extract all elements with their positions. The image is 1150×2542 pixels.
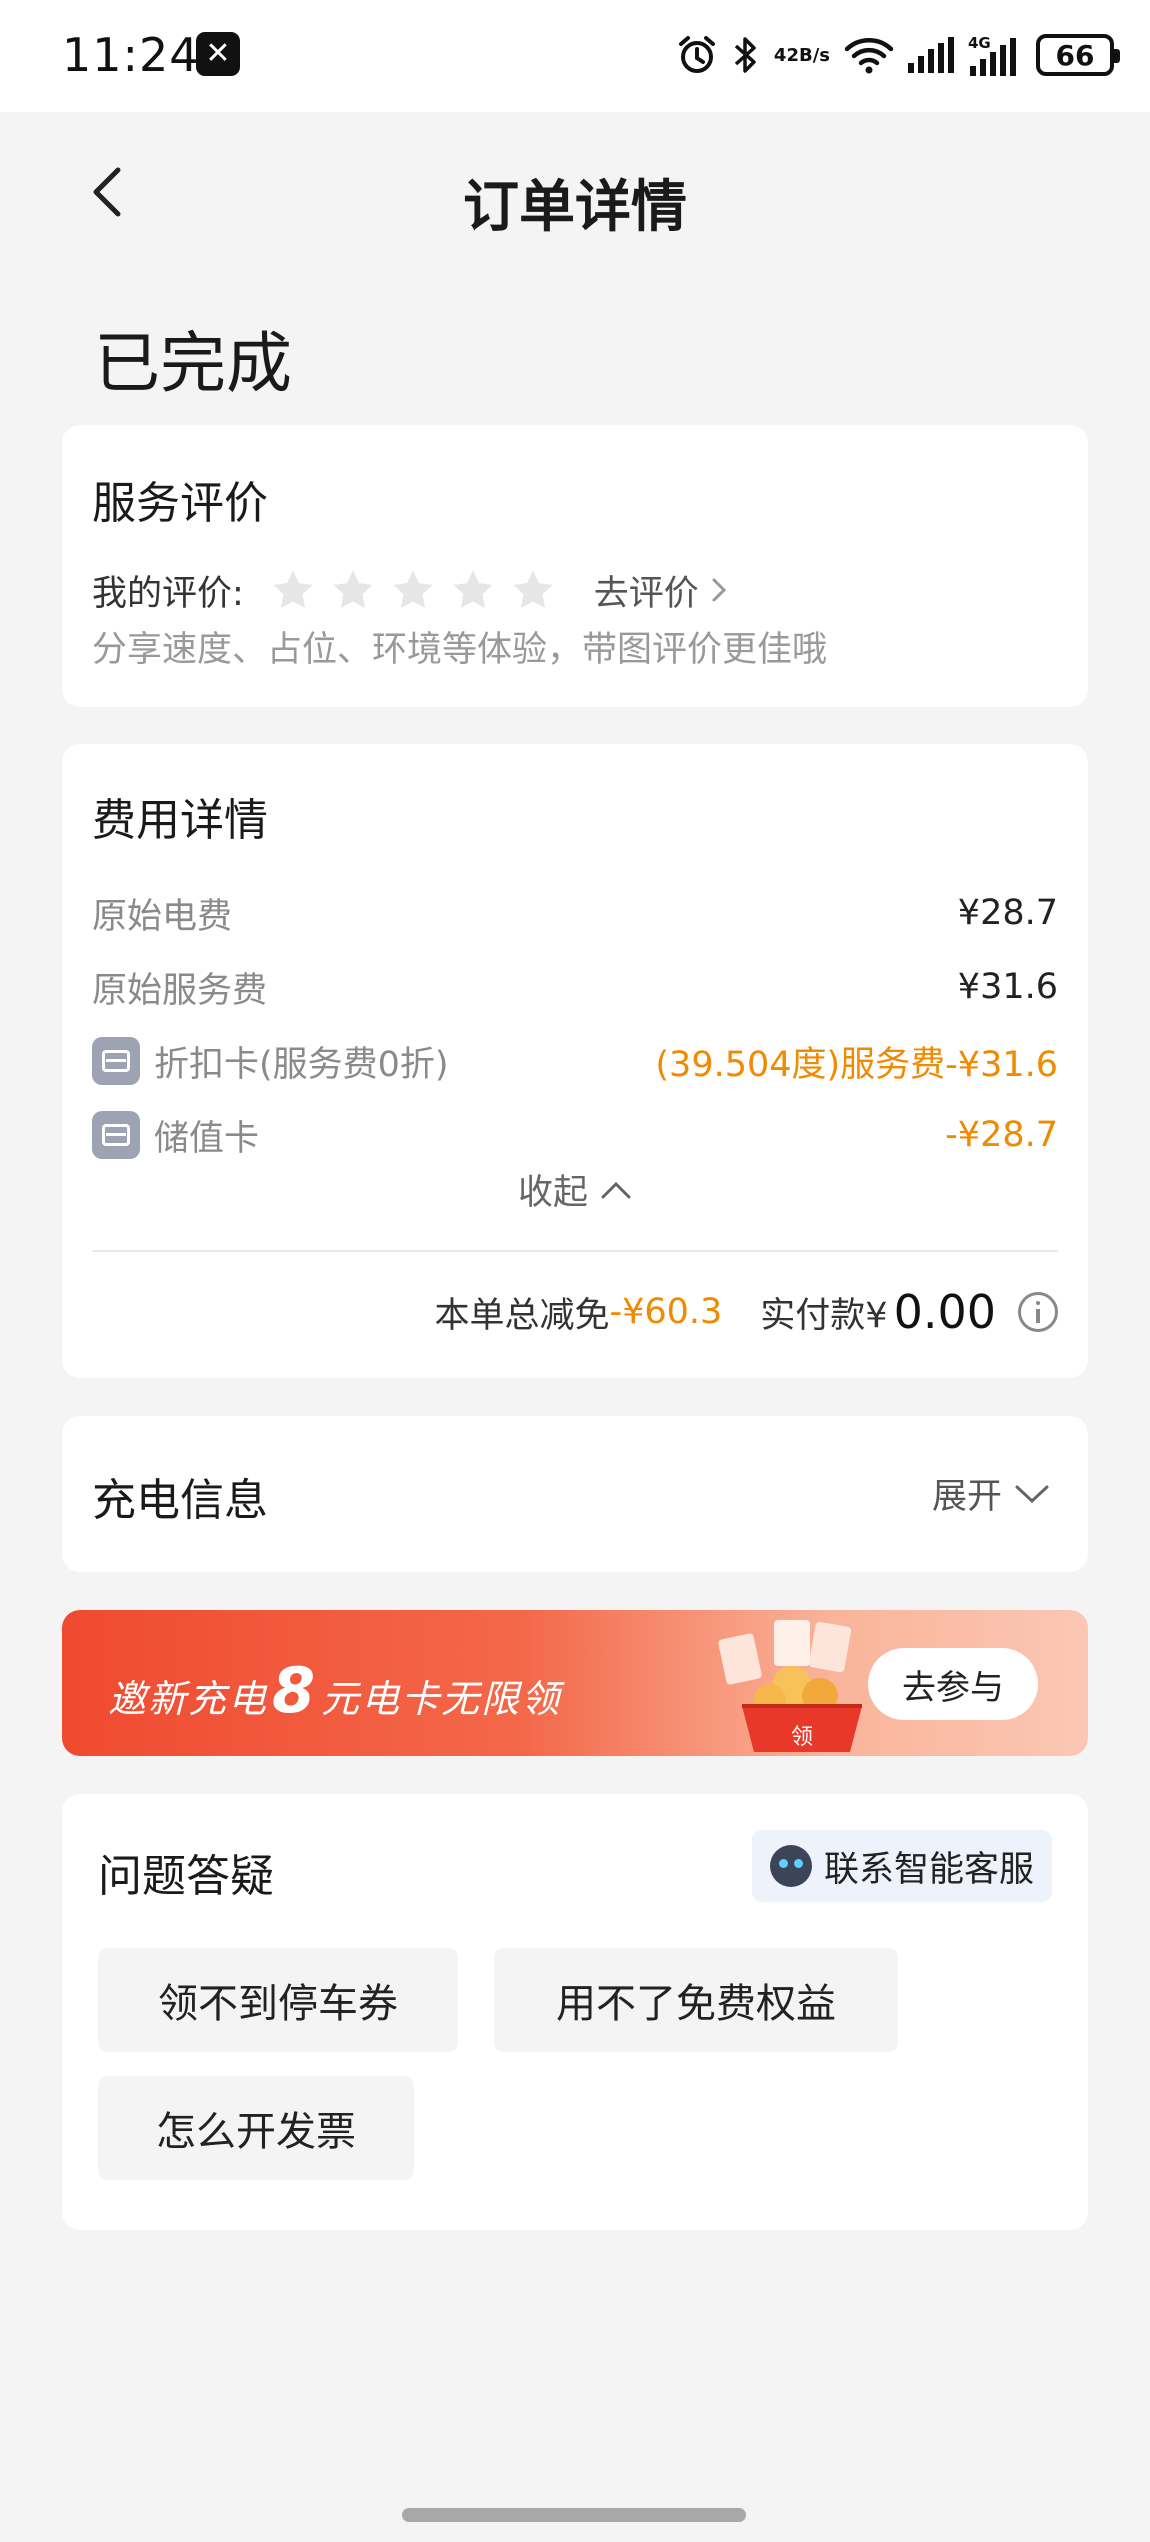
expand-button[interactable]: 展开 — [932, 1468, 1050, 1519]
star-icon[interactable] — [390, 567, 436, 613]
home-indicator[interactable] — [402, 2508, 746, 2522]
star-icon[interactable] — [330, 567, 376, 613]
total-discount-value: -¥60.3 — [609, 1292, 723, 1332]
rating-card-title: 服务评价 — [92, 478, 268, 529]
faq-chip[interactable]: 怎么开发票 — [98, 2076, 414, 2180]
my-rating-row: 我的评价: 去评价 — [92, 565, 727, 615]
stored-value-card-row-label: 储值卡 — [92, 1110, 259, 1161]
fee-value: (39.504度)服务费-¥31.6 — [655, 1044, 1058, 1085]
wifi-icon — [844, 32, 894, 78]
status-icons: 42 B/s 4G 66 — [676, 28, 1120, 82]
go-rate-link[interactable]: 去评价 — [594, 565, 727, 616]
my-rating-label: 我的评价: — [92, 573, 244, 614]
fee-row: 储值卡 -¥28.7 — [92, 1110, 1058, 1160]
chevron-up-icon — [601, 1181, 631, 1198]
fee-label: 原始电费 — [92, 896, 233, 937]
signal-4g-icon: 4G — [968, 32, 1022, 78]
charge-card-title: 充电信息 — [92, 1475, 268, 1526]
status-time: 11:24 — [62, 28, 200, 82]
app-notification-icon: ✕ — [196, 32, 240, 76]
fee-details-card: 费用详情 原始电费 ¥28.7 原始服务费 ¥31.6 折扣卡(服务费0折) (… — [62, 744, 1088, 1378]
signal-icon — [908, 32, 954, 78]
faq-card-title: 问题答疑 — [98, 1851, 274, 1902]
banner-text-suffix: 元电卡无限领 — [321, 1677, 562, 1721]
fee-value: ¥31.6 — [957, 967, 1058, 1007]
expand-label: 展开 — [931, 1477, 1002, 1517]
network-type: 4G — [968, 34, 991, 52]
gift-label: 领 — [791, 1725, 813, 1750]
banner-text-prefix: 邀新充电 — [108, 1677, 269, 1721]
page-title: 订单详情 — [463, 175, 687, 240]
discount-card-row-label: 折扣卡(服务费0折) — [92, 1036, 449, 1087]
net-speed-unit: B/s — [798, 44, 830, 66]
alarm-icon — [676, 32, 718, 78]
faq-chip[interactable]: 领不到停车券 — [98, 1948, 458, 2052]
info-icon[interactable] — [1018, 1292, 1058, 1332]
rating-hint: 分享速度、占位、环境等体验，带图评价更佳哦 — [92, 630, 828, 670]
banner-text: 邀新充电 8 元电卡无限领 — [108, 1654, 561, 1727]
card-icon — [92, 1037, 140, 1085]
divider — [92, 1250, 1058, 1252]
bluetooth-icon — [732, 32, 760, 78]
go-rate-label: 去评价 — [593, 573, 699, 614]
star-icon[interactable] — [270, 567, 316, 613]
fee-label: 储值卡 — [154, 1118, 260, 1159]
collapse-label: 收起 — [517, 1173, 588, 1213]
order-status: 已完成 — [94, 325, 292, 402]
battery-indicator: 66 — [1036, 34, 1120, 76]
contact-support-button[interactable]: 联系智能客服 — [751, 1830, 1052, 1902]
card-icon — [92, 1111, 140, 1159]
top-nav-bar: 订单详情 — [0, 112, 1150, 272]
chevron-right-icon — [712, 578, 726, 602]
net-speed-value: 42 — [773, 44, 799, 66]
fee-value: ¥28.7 — [957, 893, 1058, 933]
faq-card: 问题答疑 联系智能客服 领不到停车券 用不了免费权益 怎么开发票 — [62, 1794, 1088, 2230]
charging-info-card: 充电信息 展开 — [62, 1416, 1088, 1572]
fee-card-title: 费用详情 — [92, 795, 268, 846]
paid-label: 实付款¥ — [760, 1295, 888, 1336]
paid-amount: 0.00 — [893, 1285, 996, 1339]
collapse-button[interactable]: 收起 — [62, 1164, 1088, 1215]
total-discount-label: 本单总减免 — [434, 1295, 610, 1336]
status-bar: 11:24 ✕ 42 B/s 4G 66 — [0, 0, 1150, 112]
star-rating[interactable] — [270, 567, 556, 613]
service-rating-card: 服务评价 我的评价: 去评价 分享速度、占位、环境等体验，带图评价更佳哦 — [62, 425, 1088, 707]
fee-label: 原始服务费 — [92, 970, 268, 1011]
network-speed: 42 B/s — [774, 32, 830, 78]
invite-promo-banner[interactable]: 邀新充电 8 元电卡无限领 领 去参与 — [62, 1610, 1088, 1756]
fee-value: -¥28.7 — [945, 1115, 1058, 1155]
fee-row: 原始服务费 ¥31.6 — [92, 962, 1058, 1012]
payment-summary: 本单总减免 -¥60.3 实付款¥ 0.00 — [434, 1284, 1058, 1340]
join-button[interactable]: 去参与 — [868, 1648, 1038, 1720]
fee-row: 折扣卡(服务费0折) (39.504度)服务费-¥31.6 — [92, 1036, 1058, 1086]
fee-label: 折扣卡(服务费0折) — [154, 1044, 449, 1085]
faq-chip[interactable]: 用不了免费权益 — [494, 1948, 898, 2052]
banner-text-number: 8 — [272, 1654, 318, 1727]
contact-support-label: 联系智能客服 — [823, 1849, 1034, 1890]
star-icon[interactable] — [450, 567, 496, 613]
robot-icon — [769, 1845, 812, 1887]
chevron-down-icon — [1015, 1485, 1049, 1503]
star-icon[interactable] — [510, 567, 556, 613]
fee-row: 原始电费 ¥28.7 — [92, 888, 1058, 938]
